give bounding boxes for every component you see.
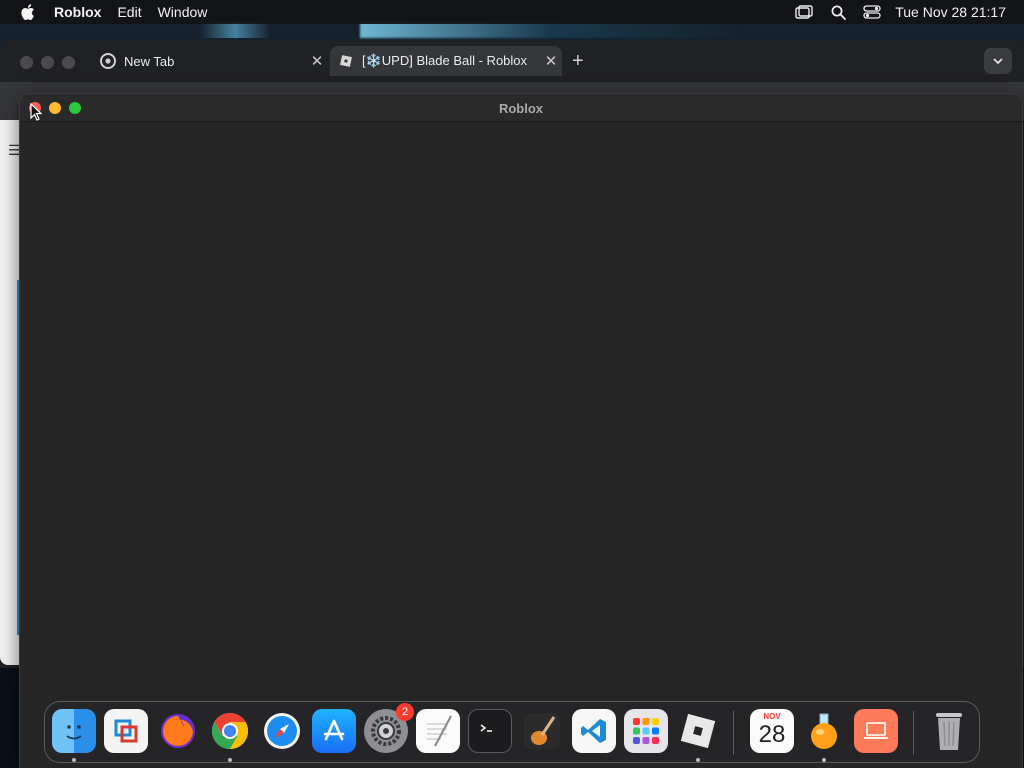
menu-bar: Roblox Edit Window Tue Nov 28 21:17 [0, 0, 1024, 24]
browser-window-controls [20, 56, 75, 69]
running-indicator [72, 758, 76, 762]
tab-new-tab[interactable]: New Tab ✕ [92, 46, 328, 76]
dock-system-settings-icon[interactable]: 2 [364, 703, 414, 753]
browser-zoom-button[interactable] [62, 56, 75, 69]
browser-minimize-button[interactable] [41, 56, 54, 69]
running-indicator [228, 758, 232, 762]
hamburger-menu-icon[interactable]: ☰ [8, 142, 21, 159]
calendar-day: 28 [758, 721, 786, 748]
dock-terminal-icon[interactable] [468, 709, 512, 753]
menubar-clock[interactable]: Tue Nov 28 21:17 [895, 4, 1006, 20]
dock-chrome-icon[interactable] [208, 709, 252, 753]
dock-vmware-fusion-icon[interactable] [104, 709, 148, 753]
running-indicator [696, 758, 700, 762]
roblox-titlebar[interactable]: Roblox [20, 94, 1022, 122]
control-center-icon[interactable] [855, 0, 889, 24]
roblox-window-title: Roblox [498, 101, 544, 116]
tab-title: [❄️UPD] Blade Ball - Roblox [362, 53, 528, 68]
dock-potion-app-icon[interactable] [802, 709, 846, 753]
dock-separator [913, 711, 914, 755]
tab-close-icon[interactable]: ✕ [540, 52, 562, 70]
screen-mirroring-icon[interactable] [787, 0, 821, 24]
tab-close-icon[interactable]: ✕ [306, 52, 328, 70]
dock-roblox-icon[interactable] [676, 709, 720, 753]
menu-app-name[interactable]: Roblox [54, 4, 101, 20]
roblox-window: Roblox [20, 94, 1022, 768]
notification-badge: 2 [396, 703, 414, 721]
dock-textedit-icon[interactable] [416, 709, 460, 753]
mouse-pointer-icon [30, 103, 42, 121]
menubar-status-area: Tue Nov 28 21:17 [787, 0, 1006, 24]
tab-blade-ball[interactable]: [❄️UPD] Blade Ball - Roblox ✕ [330, 46, 562, 76]
dock-safari-icon[interactable] [260, 709, 304, 753]
wallpaper-glow [360, 22, 740, 38]
dock-launchpad-icon[interactable] [624, 709, 668, 753]
chevron-down-icon [993, 58, 1003, 65]
dock-garageband-icon[interactable] [520, 709, 564, 753]
menu-window[interactable]: Window [158, 4, 224, 20]
tab-title: New Tab [124, 53, 175, 69]
dock-trash-icon[interactable] [927, 709, 971, 753]
apple-menu-icon[interactable] [0, 3, 54, 21]
calendar-month: NOV [763, 712, 781, 721]
running-indicator [822, 758, 826, 762]
dock-vscode-icon[interactable] [572, 709, 616, 753]
dock-finder-icon[interactable] [52, 709, 96, 753]
dock-separator [733, 711, 734, 755]
dock-laptop-app-icon[interactable] [854, 709, 898, 753]
chrome-favicon-icon [100, 53, 116, 69]
menu-edit[interactable]: Edit [117, 4, 157, 20]
browser-page-content: ☰ [0, 120, 22, 665]
dock-firefox-icon[interactable] [156, 709, 200, 753]
tab-search-button[interactable] [984, 48, 1012, 74]
roblox-favicon-icon [338, 53, 354, 69]
spotlight-search-icon[interactable] [821, 0, 855, 24]
new-tab-plus-icon[interactable]: + [572, 50, 584, 73]
dock-calendar-icon[interactable]: NOV 28 [750, 709, 794, 753]
roblox-game-viewport[interactable] [20, 123, 1022, 768]
dock: 2 NOV 28 [44, 701, 980, 763]
browser-close-button[interactable] [20, 56, 33, 69]
dock-app-store-icon[interactable] [312, 709, 356, 753]
wallpaper-glow-left [200, 22, 270, 38]
